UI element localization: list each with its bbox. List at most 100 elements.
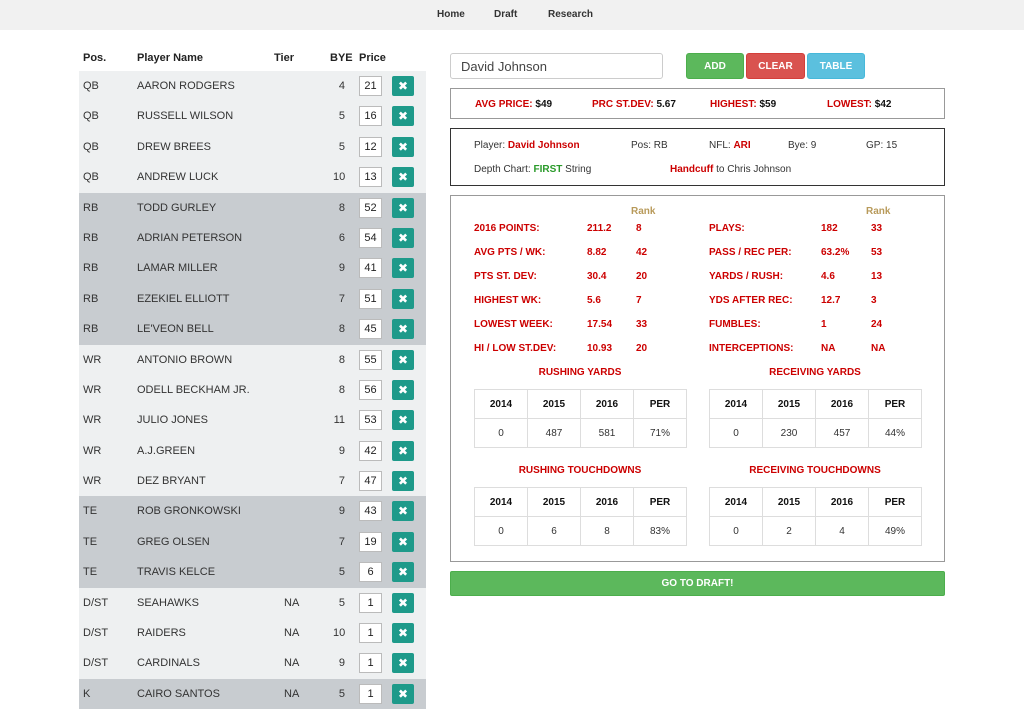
row-pos: WR	[83, 353, 102, 366]
stat-label: 2016 POINTS:	[474, 223, 540, 234]
row-price-input[interactable]: 42	[359, 440, 382, 461]
clear-button[interactable]: CLEAR	[746, 53, 805, 79]
table-row: QB RUSSELL WILSON 5 16 ✖	[79, 101, 426, 132]
close-x-icon[interactable]: ✖	[392, 167, 414, 188]
close-x-icon[interactable]: ✖	[392, 319, 414, 340]
row-price-input[interactable]: 47	[359, 471, 382, 492]
row-player-name: AARON RODGERS	[137, 80, 235, 92]
close-x-icon[interactable]: ✖	[392, 653, 414, 674]
row-price-input[interactable]: 16	[359, 106, 382, 127]
stat-value: 8.82	[587, 247, 607, 258]
row-price-input[interactable]: 21	[359, 76, 382, 96]
close-x-icon[interactable]: ✖	[392, 531, 414, 552]
stat-rank: 33	[636, 319, 648, 330]
row-price-input[interactable]: 12	[359, 136, 382, 157]
row-price-input[interactable]: 43	[359, 501, 382, 522]
stat-label: PASS / REC PER:	[709, 247, 792, 258]
nav-draft[interactable]: Draft	[494, 9, 517, 20]
row-player-name: ROB GRONKOWSKI	[137, 505, 241, 518]
rank-header-left: Rank	[631, 206, 656, 217]
row-price-input[interactable]: 1	[359, 592, 382, 613]
mini-table: 2014 2015 2016 PER 0 6 8 83%	[474, 487, 687, 546]
row-price-input[interactable]: 51	[359, 288, 382, 309]
row-price-input[interactable]: 1	[359, 653, 382, 674]
row-price-input[interactable]: 13	[359, 167, 382, 188]
close-x-icon[interactable]: ✖	[392, 379, 414, 400]
close-x-icon[interactable]: ✖	[392, 623, 414, 644]
mini-table-value: 0	[709, 516, 763, 546]
close-x-icon[interactable]: ✖	[392, 227, 414, 248]
close-x-icon[interactable]: ✖	[392, 258, 414, 279]
row-player-name: RUSSELL WILSON	[137, 110, 234, 123]
nav-home[interactable]: Home	[437, 9, 465, 20]
close-x-icon[interactable]: ✖	[392, 592, 414, 613]
close-x-icon[interactable]: ✖	[392, 288, 414, 309]
close-x-icon[interactable]: ✖	[392, 349, 414, 370]
table-row: WR JULIO JONES 11 53 ✖	[79, 405, 426, 436]
close-x-icon[interactable]: ✖	[392, 501, 414, 522]
stat-label: PTS ST. DEV:	[474, 271, 537, 282]
close-x-icon[interactable]: ✖	[392, 106, 414, 127]
close-x-icon[interactable]: ✖	[392, 471, 414, 492]
close-x-icon[interactable]: ✖	[392, 410, 414, 431]
row-price-input[interactable]: 54	[359, 227, 382, 248]
row-price-input[interactable]: 41	[359, 258, 382, 279]
row-price-input[interactable]: 52	[359, 197, 382, 218]
mini-table-header-row: 2014 2015 2016 PER	[709, 487, 922, 517]
close-x-icon[interactable]: ✖	[392, 440, 414, 461]
table-button[interactable]: TABLE	[807, 53, 865, 79]
row-price-input[interactable]: 1	[359, 683, 382, 704]
row-bye: 5	[338, 110, 345, 123]
go-to-draft-button[interactable]: GO TO DRAFT!	[450, 571, 945, 596]
mini-table-title: RUSHING YARDS	[538, 367, 622, 378]
mini-table-value: 83%	[633, 516, 687, 546]
table-row: TE ROB GRONKOWSKI 9 43 ✖	[79, 496, 426, 527]
row-player-name: LE'VEON BELL	[137, 323, 214, 336]
mini-table-value: 230	[762, 418, 816, 448]
mini-table-value: 0	[474, 516, 528, 546]
add-button[interactable]: ADD	[686, 53, 744, 79]
mini-table-value: 581	[580, 418, 634, 448]
stat-label: YARDS / RUSH:	[709, 271, 784, 282]
close-x-icon[interactable]: ✖	[392, 562, 414, 583]
row-tier: NA	[284, 687, 300, 700]
row-price-input[interactable]: 56	[359, 379, 382, 400]
mini-table-title: RUSHING TOUCHDOWNS	[518, 465, 642, 476]
row-pos: TE	[83, 566, 98, 579]
row-bye: 8	[338, 323, 345, 336]
row-pos: RB	[83, 231, 99, 244]
row-price-input[interactable]: 53	[359, 410, 382, 431]
row-price-input[interactable]: 55	[359, 349, 382, 370]
row-price-input[interactable]: 19	[359, 531, 382, 552]
row-pos: D/ST	[83, 627, 109, 640]
table-row: RB TODD GURLEY 8 52 ✖	[79, 192, 426, 223]
rank-header-right: Rank	[866, 206, 891, 217]
row-bye: 7	[338, 535, 345, 548]
close-x-icon[interactable]: ✖	[392, 683, 414, 704]
row-pos: RB	[83, 323, 99, 336]
player-search-input[interactable]	[450, 53, 663, 79]
stat-rank: 13	[871, 271, 883, 282]
row-pos: QB	[83, 80, 99, 92]
stat-rank: 3	[871, 295, 877, 306]
stat-value: 182	[821, 223, 838, 234]
close-x-icon[interactable]: ✖	[392, 197, 414, 218]
mini-table-value: 2	[762, 516, 816, 546]
row-player-name: TRAVIS KELCE	[137, 566, 216, 579]
close-x-icon[interactable]: ✖	[392, 76, 414, 96]
nav-research[interactable]: Research	[548, 9, 593, 20]
row-bye: 11	[333, 414, 345, 427]
mini-table-header-row: 2014 2015 2016 PER	[709, 389, 922, 419]
row-price-input[interactable]: 45	[359, 319, 382, 340]
close-x-icon[interactable]: ✖	[392, 136, 414, 157]
row-bye: 4	[338, 80, 345, 92]
stat-label: LOWEST WEEK:	[474, 319, 553, 330]
row-player-name: TODD GURLEY	[137, 201, 217, 214]
table-row: TE GREG OLSEN 7 19 ✖	[79, 526, 426, 558]
stat-rank: 53	[871, 247, 883, 258]
top-nav: Home Draft Research	[0, 0, 1024, 30]
row-price-input[interactable]: 1	[359, 623, 382, 644]
table-row: QB ANDREW LUCK 10 13 ✖	[79, 162, 426, 193]
row-price-input[interactable]: 6	[359, 562, 382, 583]
row-player-name: A.J.GREEN	[137, 444, 196, 457]
